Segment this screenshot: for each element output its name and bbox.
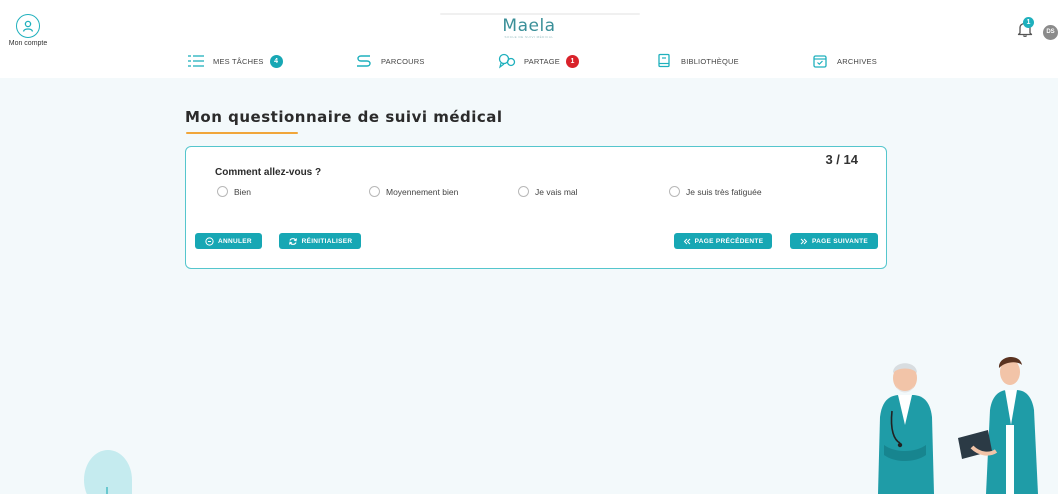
- nav-label: PARTAGE: [524, 56, 560, 66]
- user-avatar[interactable]: DS: [1043, 25, 1058, 40]
- answer-label: Bien: [234, 186, 252, 197]
- nav-count-badge: 4: [269, 54, 283, 68]
- radio-button[interactable]: [217, 186, 228, 197]
- decorative-line: [106, 487, 108, 494]
- answer-label: Je vais mal: [535, 186, 578, 197]
- nav-item-bibliotheque[interactable]: BIBLIOTHÈQUE: [655, 52, 739, 70]
- answer-label: Je suis très fatiguée: [686, 186, 762, 197]
- reset-label: RÉINITIALISER: [301, 237, 353, 245]
- answer-option[interactable]: Je suis très fatiguée: [669, 186, 762, 197]
- doctors-illustration: [878, 357, 1038, 494]
- nav-item-partage[interactable]: PARTAGE 1: [498, 52, 579, 70]
- reset-button[interactable]: RÉINITIALISER: [279, 233, 361, 249]
- next-label: PAGE SUIVANTE: [811, 237, 869, 245]
- page-title: Mon questionnaire de suivi médical: [185, 108, 503, 126]
- previous-page-button[interactable]: PAGE PRÉCÉDENTE: [674, 233, 772, 249]
- app-logo[interactable]: Maela SOCLE DE SUIVI MÉDICAL: [500, 16, 558, 39]
- nav-label: ARCHIVES: [837, 56, 877, 66]
- list-icon: [187, 53, 205, 69]
- main-nav: MES TÂCHES 4 PARCOURS PARTAGE 1 BIBLIOTH…: [0, 52, 1058, 70]
- cancel-label: ANNULER: [218, 237, 252, 245]
- notification-badge: 1: [1023, 17, 1034, 28]
- share-icon: [498, 53, 516, 69]
- radio-button[interactable]: [669, 186, 680, 197]
- nav-count-badge: 1: [566, 54, 579, 68]
- next-page-button[interactable]: PAGE SUIVANTE: [790, 233, 878, 249]
- top-bar: Mon compte Maela SOCLE DE SUIVI MÉDICAL …: [0, 0, 1058, 78]
- answer-option[interactable]: Je vais mal: [518, 186, 578, 197]
- route-icon: [355, 53, 373, 69]
- refresh-icon: [288, 237, 298, 246]
- account-label: Mon compte: [8, 40, 48, 47]
- cancel-circle-icon: [205, 236, 214, 246]
- nav-label: MES TÂCHES: [213, 56, 264, 66]
- logo-text: Maela: [502, 16, 556, 36]
- nav-label: BIBLIOTHÈQUE: [681, 56, 739, 66]
- book-icon: [655, 53, 673, 69]
- nav-item-archives[interactable]: ARCHIVES: [811, 52, 877, 70]
- nav-label: PARCOURS: [381, 56, 425, 66]
- radio-button[interactable]: [518, 186, 529, 197]
- user-circle-icon: [16, 14, 40, 38]
- title-underline: [186, 132, 298, 134]
- account-button[interactable]: Mon compte: [6, 14, 50, 47]
- questionnaire-card: 3 / 14 Comment allez-vous ? Bien Moyenne…: [185, 146, 887, 269]
- question-text: Comment allez-vous ?: [215, 167, 322, 178]
- double-chevron-right-icon: [800, 238, 808, 245]
- question-counter: 3 / 14: [825, 152, 858, 167]
- double-chevron-left-icon: [683, 238, 691, 245]
- answer-label: Moyennement bien: [386, 186, 459, 197]
- nav-item-mes-taches[interactable]: MES TÂCHES 4: [187, 52, 283, 70]
- answer-option[interactable]: Bien: [217, 186, 251, 197]
- top-divider: [440, 13, 640, 15]
- nav-item-parcours[interactable]: PARCOURS: [355, 52, 425, 70]
- radio-button[interactable]: [369, 186, 380, 197]
- archive-icon: [811, 53, 829, 69]
- decorative-blob: [84, 450, 132, 494]
- cancel-button[interactable]: ANNULER: [195, 233, 262, 249]
- previous-label: PAGE PRÉCÉDENTE: [694, 237, 764, 245]
- logo-tagline: SOCLE DE SUIVI MÉDICAL: [504, 35, 554, 39]
- answer-option[interactable]: Moyennement bien: [369, 186, 458, 197]
